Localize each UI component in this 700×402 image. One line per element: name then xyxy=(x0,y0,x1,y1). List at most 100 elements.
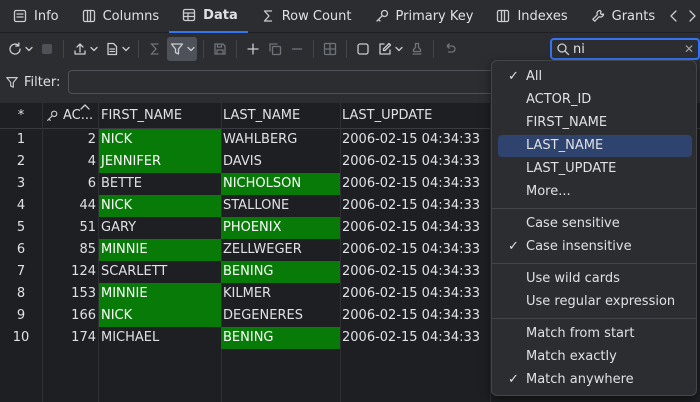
row-number[interactable]: 2 xyxy=(0,151,42,173)
duplicate-row-button[interactable] xyxy=(265,37,285,61)
export-button[interactable] xyxy=(70,37,100,61)
aggregate-button[interactable] xyxy=(145,37,165,61)
menu-item-label: LAST_UPDATE xyxy=(526,161,617,176)
menu-item-last-update[interactable]: LAST_UPDATE xyxy=(498,158,692,180)
plus-icon xyxy=(247,43,259,55)
cell-last-update[interactable]: 2006-02-15 04:34:33 xyxy=(340,239,490,261)
cell-first-name[interactable]: SCARLETT xyxy=(99,261,221,283)
column-header-first-name[interactable]: FIRST_NAME xyxy=(99,103,221,129)
cell-actor-id[interactable]: 124 xyxy=(43,261,98,283)
chevron-down-icon xyxy=(25,46,33,52)
chevron-right-icon[interactable] xyxy=(685,8,699,24)
row-number[interactable]: 1 xyxy=(0,129,42,151)
cell-actor-id[interactable]: 6 xyxy=(43,173,98,195)
row-number[interactable]: 8 xyxy=(0,283,42,305)
menu-item-case-sensitive[interactable]: Case sensitive xyxy=(498,213,692,235)
cell-first-name[interactable]: NICK xyxy=(99,129,221,151)
search-field[interactable]: ✕ xyxy=(550,38,700,60)
cell-last-update[interactable]: 2006-02-15 04:34:33 xyxy=(340,217,490,239)
menu-separator xyxy=(492,208,696,209)
cell-first-name[interactable]: NICK xyxy=(99,195,221,217)
row-number[interactable]: 7 xyxy=(0,261,42,283)
cell-first-name[interactable]: JENNIFER xyxy=(99,151,221,173)
cell-first-name[interactable]: MINNIE xyxy=(99,283,221,305)
cell-actor-id[interactable]: 85 xyxy=(43,239,98,261)
menu-item-case-insensitive[interactable]: ✓ Case insensitive xyxy=(498,236,692,258)
menu-item-all[interactable]: ✓ All xyxy=(498,66,692,88)
cell-actor-id[interactable]: 2 xyxy=(43,129,98,151)
column-header-last-update[interactable]: LAST_UPDATE xyxy=(340,103,490,129)
tab-columns[interactable]: Columns xyxy=(69,0,170,33)
cell-actor-id[interactable]: 4 xyxy=(43,151,98,173)
cell-last-update[interactable]: 2006-02-15 04:34:33 xyxy=(340,327,490,349)
cell-last-name[interactable]: NICHOLSON xyxy=(221,173,340,195)
cell-last-update[interactable]: 2006-02-15 04:34:33 xyxy=(340,151,490,173)
row-number[interactable]: 10 xyxy=(0,327,42,349)
cell-last-name[interactable]: DAVIS xyxy=(221,151,340,173)
stop-button[interactable] xyxy=(37,37,57,61)
cell-actor-id[interactable]: 174 xyxy=(43,327,98,349)
grid-view-button[interactable] xyxy=(320,37,340,61)
cell-last-name[interactable]: ZELLWEGER xyxy=(221,239,340,261)
menu-item-use-regular-expression[interactable]: Use regular expression xyxy=(498,291,692,313)
cell-first-name[interactable]: NICK xyxy=(99,305,221,327)
menu-item-last-name[interactable]: LAST_NAME xyxy=(498,135,692,157)
cell-first-name[interactable]: MINNIE xyxy=(99,239,221,261)
search-input[interactable] xyxy=(573,41,677,57)
add-row-button[interactable] xyxy=(243,37,263,61)
filter-toggle-button[interactable] xyxy=(167,37,197,61)
menu-item-actor-id[interactable]: ACTOR_ID xyxy=(498,89,692,111)
cell-last-name[interactable]: WAHLBERG xyxy=(221,129,340,151)
tab-grants[interactable]: Grants xyxy=(578,0,666,33)
refresh-button[interactable] xyxy=(5,37,35,61)
menu-item-match-exactly[interactable]: Match exactly xyxy=(498,346,692,368)
tab-data[interactable]: Data xyxy=(169,0,248,33)
cell-actor-id[interactable]: 44 xyxy=(43,195,98,217)
chevron-left-icon[interactable] xyxy=(667,8,681,24)
menu-item-label: All xyxy=(526,69,543,84)
menu-item-use-wild-cards[interactable]: Use wild cards xyxy=(498,268,692,290)
cell-last-name[interactable]: STALLONE xyxy=(221,195,340,217)
row-number[interactable]: 3 xyxy=(0,173,42,195)
tab-row-count[interactable]: Row Count xyxy=(248,0,362,33)
corner-cell[interactable]: * xyxy=(0,103,42,129)
cell-last-update[interactable]: 2006-02-15 04:34:33 xyxy=(340,283,490,305)
cell-actor-id[interactable]: 51 xyxy=(43,217,98,239)
menu-item-first-name[interactable]: FIRST_NAME xyxy=(498,112,692,134)
cell-last-update[interactable]: 2006-02-15 04:34:33 xyxy=(340,129,490,151)
row-number[interactable]: 6 xyxy=(0,239,42,261)
row-number[interactable]: 4 xyxy=(0,195,42,217)
cell-last-name[interactable]: BENING xyxy=(221,261,340,283)
delete-row-button[interactable] xyxy=(287,37,307,61)
edit-button[interactable] xyxy=(375,37,405,61)
revert-button[interactable] xyxy=(440,37,460,61)
cell-first-name[interactable]: MICHAEL xyxy=(99,327,221,349)
cell-last-update[interactable]: 2006-02-15 04:34:33 xyxy=(340,173,490,195)
cell-last-update[interactable]: 2006-02-15 04:34:33 xyxy=(340,195,490,217)
cell-actor-id[interactable]: 166 xyxy=(43,305,98,327)
clear-search-icon[interactable]: ✕ xyxy=(684,42,694,56)
row-number[interactable]: 5 xyxy=(0,217,42,239)
cell-last-update[interactable]: 2006-02-15 04:34:33 xyxy=(340,305,490,327)
cell-last-name[interactable]: DEGENERES xyxy=(221,305,340,327)
menu-item-match-anywhere[interactable]: ✓ Match anywhere xyxy=(498,369,692,391)
cell-first-name[interactable]: BETTE xyxy=(99,173,221,195)
tab-info[interactable]: Info xyxy=(0,0,69,33)
cell-last-name[interactable]: KILMER xyxy=(221,283,340,305)
column-header-last-name[interactable]: LAST_NAME xyxy=(221,103,340,129)
cell-actor-id[interactable]: 153 xyxy=(43,283,98,305)
menu-item-match-from-start[interactable]: Match from start xyxy=(498,323,692,345)
select-all-button[interactable] xyxy=(353,37,373,61)
submit-button[interactable] xyxy=(407,37,427,61)
menu-item-more[interactable]: More... xyxy=(498,181,692,203)
cell-last-name[interactable]: BENING xyxy=(221,327,340,349)
format-button[interactable] xyxy=(102,37,132,61)
row-number[interactable]: 9 xyxy=(0,305,42,327)
save-button[interactable] xyxy=(210,37,230,61)
tab-indexes[interactable]: Indexes xyxy=(483,0,577,33)
cell-first-name[interactable]: GARY xyxy=(99,217,221,239)
filter-input[interactable] xyxy=(68,70,499,94)
cell-last-name[interactable]: PHOENIX xyxy=(221,217,340,239)
tab-primary-key[interactable]: Primary Key xyxy=(362,0,484,33)
cell-last-update[interactable]: 2006-02-15 04:34:33 xyxy=(340,261,490,283)
